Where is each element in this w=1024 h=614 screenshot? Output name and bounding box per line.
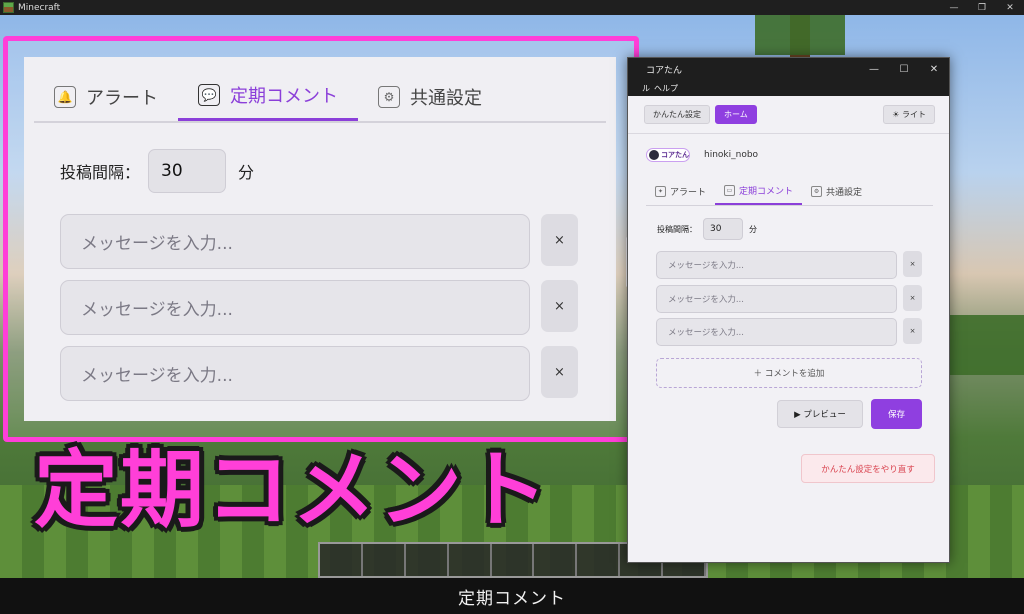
zoomed-panel: 🔔 アラート 💬 定期コメント ⚙ 共通設定 投稿間隔： 30 分 メッセージを… [24, 57, 616, 421]
app-minimize-button[interactable]: — [859, 64, 889, 75]
chat-icon: 💬 [198, 84, 220, 106]
message-input[interactable]: メッセージを入力... [60, 280, 530, 335]
zoomed-tab-alert[interactable]: 🔔 アラート [34, 72, 178, 121]
minecraft-titlebar: Minecraft — ❐ ✕ [0, 0, 1024, 15]
zoomed-message-row: メッセージを入力... × [60, 214, 578, 269]
tree-leaves [755, 15, 845, 55]
zoomed-tab-common-settings[interactable]: ⚙ 共通設定 [358, 72, 502, 121]
zoomed-tab-bar: 🔔 アラート 💬 定期コメント ⚙ 共通設定 [34, 72, 606, 123]
app-titlebar: コアたん — ☐ ✕ [628, 58, 949, 80]
tree-leaves [950, 315, 1024, 375]
app-menubar: ル ヘルプ [628, 80, 949, 96]
minecraft-app-icon [3, 2, 14, 13]
username: hinoki_nobo [704, 150, 759, 160]
gear-icon: ⚙ [378, 85, 400, 108]
tab-common-settings[interactable]: ⚙ 共通設定 [802, 177, 871, 205]
delete-message-button[interactable]: × [541, 280, 578, 332]
home-button[interactable]: ホーム [715, 105, 757, 124]
menu-file[interactable]: ル [642, 83, 650, 94]
message-input[interactable]: メッセージを入力... [60, 214, 530, 269]
redo-easy-setup-button[interactable]: かんたん設定をやり直す [801, 454, 935, 483]
app-logo: コアたん [646, 148, 690, 162]
bell-icon: 🔔 [54, 85, 76, 108]
logo-mark-icon [649, 150, 659, 160]
app-tab-bar: ✦ アラート ▭ 定期コメント ⚙ 共通設定 [646, 177, 933, 206]
light-theme-button[interactable]: ☀ ライト [883, 105, 935, 124]
interval-unit: 分 [749, 224, 757, 234]
message-row: メッセージを入力... × [656, 285, 922, 313]
message-input[interactable]: メッセージを入力... [656, 251, 897, 279]
app-toolbar: かんたん設定 ホーム ☀ ライト [628, 96, 949, 134]
bell-icon: ✦ [655, 185, 666, 197]
tab-label: 定期コメント [230, 86, 338, 107]
preview-button[interactable]: ▶ プレビュー [777, 400, 863, 428]
close-button[interactable]: ✕ [996, 3, 1024, 13]
easy-setup-button[interactable]: かんたん設定 [644, 105, 710, 124]
tab-label: 定期コメント [739, 186, 794, 197]
minimize-button[interactable]: — [940, 3, 968, 13]
minecraft-window-title: Minecraft [18, 2, 61, 13]
tab-label: アラート [86, 87, 158, 109]
tab-label: 共通設定 [410, 87, 482, 109]
logo-text: コアたん [661, 151, 689, 159]
gear-icon: ⚙ [811, 185, 823, 197]
tab-periodic-comment[interactable]: ▭ 定期コメント [715, 177, 803, 205]
message-row: メッセージを入力... × [656, 318, 922, 346]
delete-message-button[interactable]: × [903, 318, 922, 344]
interval-input[interactable]: 30 [703, 218, 743, 240]
chat-icon: ▭ [724, 184, 736, 196]
menu-help[interactable]: ヘルプ [654, 83, 678, 94]
user-row: コアたん hinoki_nobo [646, 148, 758, 162]
zoomed-tab-periodic-comment[interactable]: 💬 定期コメント [178, 72, 358, 121]
restore-button[interactable]: ❐ [968, 3, 996, 13]
save-button[interactable]: 保存 [871, 399, 922, 429]
add-comment-button[interactable]: ＋ コメントを追加 [656, 358, 922, 388]
interval-unit: 分 [238, 163, 255, 182]
app-maximize-button[interactable]: ☐ [889, 64, 919, 75]
headline-text: 定期コメント [34, 441, 551, 539]
tab-label: 共通設定 [826, 187, 863, 198]
tab-alert[interactable]: ✦ アラート [646, 177, 715, 205]
message-input[interactable]: メッセージを入力... [656, 285, 897, 313]
zoomed-message-row: メッセージを入力... × [60, 280, 578, 335]
message-row: メッセージを入力... × [656, 251, 922, 279]
zoomed-interval-row: 投稿間隔： 30 分 [60, 149, 254, 193]
interval-label: 投稿間隔： [657, 224, 697, 234]
app-close-button[interactable]: ✕ [919, 64, 949, 75]
interval-row: 投稿間隔： 30 分 [657, 218, 757, 240]
delete-message-button[interactable]: × [541, 346, 578, 398]
app-title: コアたん [646, 65, 683, 76]
app-window: コアたん — ☐ ✕ ル ヘルプ かんたん設定 ホーム ☀ ライト コアたん h… [627, 57, 950, 563]
video-caption: 定期コメント [0, 578, 1024, 614]
message-input[interactable]: メッセージを入力... [60, 346, 530, 401]
zoomed-message-row: メッセージを入力... × [60, 346, 578, 401]
message-input[interactable]: メッセージを入力... [656, 318, 897, 346]
delete-message-button[interactable]: × [541, 214, 578, 266]
tab-label: アラート [670, 187, 707, 198]
delete-message-button[interactable]: × [903, 285, 922, 311]
interval-label: 投稿間隔： [60, 163, 141, 182]
delete-message-button[interactable]: × [903, 251, 922, 277]
interval-input[interactable]: 30 [148, 149, 227, 193]
